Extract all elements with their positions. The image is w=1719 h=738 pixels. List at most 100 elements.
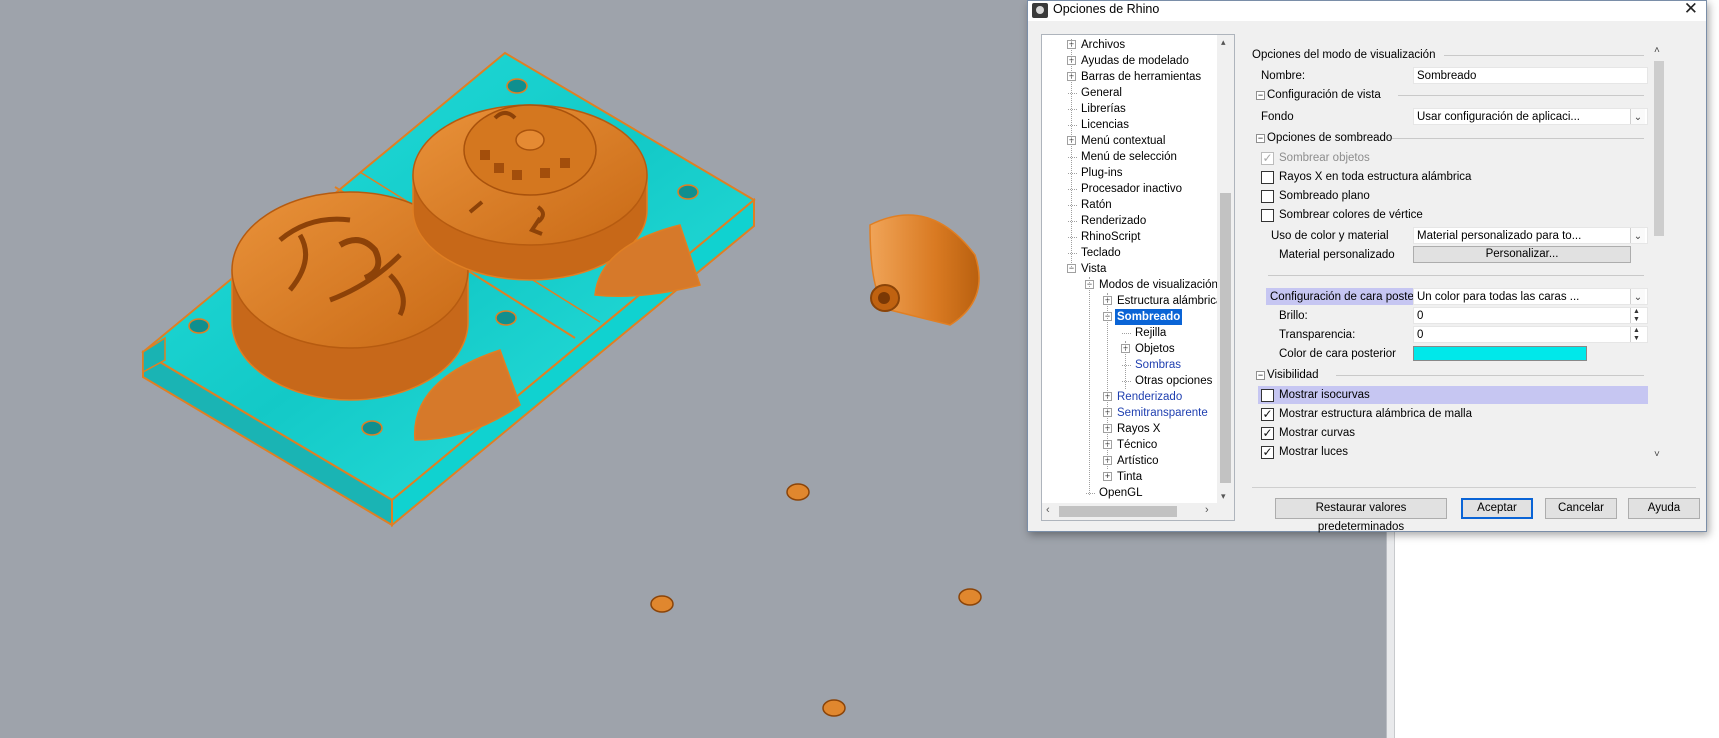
options-tree[interactable]: + Archivos + Ayudas de modelado + Barras de h… <box>1041 34 1235 521</box>
nombre-field[interactable]: Sombreado <box>1413 67 1648 84</box>
tree-item[interactable]: Ratón <box>1042 197 1217 213</box>
tree-item[interactable]: − Vista <box>1042 261 1217 277</box>
ayuda-button[interactable]: Ayuda <box>1628 498 1700 519</box>
fondo-combo[interactable]: Usar configuración de aplicaci... ⌄ <box>1413 108 1648 125</box>
tree-item-label: RhinoScript <box>1081 231 1141 243</box>
tree-item[interactable]: + Renderizado <box>1042 389 1217 405</box>
sombrear-objetos-checkbox[interactable]: ✓ <box>1261 152 1274 165</box>
tree-item[interactable]: OpenGL <box>1042 485 1217 501</box>
sombrear-objetos-label: Sombrear objetos <box>1279 152 1370 164</box>
mostrar-luces-label: Mostrar luces <box>1279 446 1349 458</box>
scroll-down-icon[interactable]: ▾ <box>1221 491 1226 502</box>
tree-item[interactable]: Procesador inactivo <box>1042 181 1217 197</box>
tree-item[interactable]: − Modos de visualización <box>1042 277 1218 293</box>
tree-item-label: Archivos <box>1081 39 1126 51</box>
tree-item[interactable]: + Estructura alámbrica <box>1042 293 1222 309</box>
colores-vertice-label: Sombrear colores de vértice <box>1279 209 1423 221</box>
mostrar-curvas-label: Mostrar curvas <box>1279 427 1356 439</box>
tree-item[interactable]: Librerías <box>1042 101 1217 117</box>
color-cara-posterior-swatch[interactable] <box>1413 346 1587 361</box>
tree-item-label: Ratón <box>1081 199 1112 211</box>
dialog-titlebar[interactable]: Opciones de Rhino ✕ <box>1028 0 1706 21</box>
tree-item[interactable]: + Semitransparente <box>1042 405 1217 421</box>
rayos-x-checkbox[interactable] <box>1261 171 1274 184</box>
restaurar-button[interactable]: Restaurar valores predeterminados <box>1275 498 1447 533</box>
scroll-left-icon[interactable]: ‹ <box>1046 504 1050 516</box>
tree-item-label: Objetos <box>1135 343 1175 355</box>
tree-item-label: Renderizado <box>1117 391 1183 403</box>
model-pins[interactable] <box>650 483 982 717</box>
tree-item[interactable]: + Artístico <box>1042 453 1217 469</box>
cara-posterior-label: Configuración de cara posterior <box>1270 291 1431 303</box>
personalizar-button[interactable]: Personalizar... <box>1413 246 1631 263</box>
tree-item-label: Teclado <box>1081 247 1121 259</box>
tree-item[interactable]: + Tinta <box>1042 469 1217 485</box>
options-scroll-thumb[interactable] <box>1654 61 1664 236</box>
tree-item[interactable]: + Ayudas de modelado <box>1042 53 1217 69</box>
expand-icon[interactable]: + <box>1103 472 1112 481</box>
close-icon[interactable]: ✕ <box>1684 0 1698 19</box>
brillo-spinner[interactable]: ▲ ▼ <box>1630 308 1645 323</box>
tree-item-label: OpenGL <box>1099 487 1143 499</box>
rhino-options-dialog: Opciones de Rhino ✕ + Archivos + Ayudas de … <box>1027 0 1707 533</box>
tree-item-label: Licencias <box>1081 119 1129 131</box>
tree-item[interactable]: + Menú contextual <box>1042 133 1217 149</box>
tree-item-label: Rayos X <box>1117 423 1161 435</box>
tree-item[interactable]: Plug-ins <box>1042 165 1217 181</box>
tree-item[interactable]: Menú de selección <box>1042 149 1217 165</box>
scroll-right-icon[interactable]: › <box>1205 504 1209 516</box>
tree-item[interactable]: − Sombreado <box>1042 309 1217 325</box>
tree-scroll-thumb[interactable] <box>1220 193 1231 483</box>
options-scrollbar[interactable]: ˄ ˅ <box>1650 45 1667 465</box>
mostrar-isocurvas-checkbox[interactable] <box>1261 389 1274 402</box>
fondo-value: Usar configuración de aplicaci... <box>1417 111 1580 123</box>
tree-item[interactable]: + Técnico <box>1042 437 1217 453</box>
colores-vertice-checkbox[interactable] <box>1261 209 1274 222</box>
tree-item-label: Procesador inactivo <box>1081 183 1182 195</box>
tree-item[interactable]: RhinoScript <box>1042 229 1217 245</box>
collapse-icon[interactable]: − <box>1256 91 1265 100</box>
tree-item[interactable]: + Objetos <box>1042 341 1217 357</box>
rhino-app-icon <box>1032 3 1048 18</box>
model-gear-assembly[interactable] <box>412 104 648 281</box>
tree-item[interactable]: Otras opciones <box>1042 373 1217 389</box>
scroll-down-icon[interactable]: ˅ <box>1654 449 1660 460</box>
tree-item[interactable]: + Barras de herramientas <box>1042 69 1217 85</box>
tree-item[interactable]: + Archivos <box>1042 37 1217 53</box>
scroll-up-icon[interactable]: ˄ <box>1654 45 1660 56</box>
color-cara-posterior-label: Color de cara posterior <box>1279 348 1396 360</box>
tree-item[interactable]: Rejilla <box>1042 325 1217 341</box>
model-cone[interactable] <box>869 214 980 326</box>
nombre-label: Nombre: <box>1261 70 1306 82</box>
tree-item-label: Rejilla <box>1135 327 1167 339</box>
transparencia-spinner[interactable]: ▲ ▼ <box>1630 327 1645 342</box>
collapse-icon[interactable]: − <box>1256 371 1265 380</box>
cara-posterior-combo[interactable]: Un color para todas las caras ... ⌄ <box>1413 288 1648 305</box>
mostrar-malla-checkbox[interactable]: ✓ <box>1261 408 1274 421</box>
tree-item[interactable]: Renderizado <box>1042 213 1217 229</box>
tree-item-label: Sombreado <box>1115 309 1183 325</box>
fondo-label: Fondo <box>1261 111 1294 123</box>
tree-item[interactable]: General <box>1042 85 1217 101</box>
tree-item[interactable]: Sombras <box>1042 357 1217 373</box>
tree-item[interactable]: + Rayos X <box>1042 421 1217 437</box>
tree-item-label: Plug-ins <box>1081 167 1123 179</box>
brillo-field[interactable]: 0 ▲ ▼ <box>1413 307 1648 324</box>
tree-item[interactable]: Licencias <box>1042 117 1217 133</box>
tree-vertical-scrollbar[interactable]: ▴ ▾ <box>1217 35 1234 505</box>
transparencia-field[interactable]: 0 ▲ ▼ <box>1413 326 1648 343</box>
collapse-icon[interactable]: − <box>1256 134 1265 143</box>
sombreado-plano-checkbox[interactable] <box>1261 190 1274 203</box>
tree-item-label: Semitransparente <box>1117 407 1208 419</box>
tree-item[interactable]: Teclado <box>1042 245 1217 261</box>
transparencia-value: 0 <box>1417 329 1424 341</box>
mostrar-curvas-checkbox[interactable]: ✓ <box>1261 427 1274 440</box>
tree-horizontal-scrollbar[interactable]: ‹ › <box>1042 503 1234 520</box>
cancelar-button[interactable]: Cancelar <box>1545 498 1617 519</box>
brillo-label: Brillo: <box>1279 310 1308 322</box>
tree-hscroll-thumb[interactable] <box>1059 506 1177 517</box>
aceptar-button[interactable]: Aceptar <box>1461 498 1533 519</box>
scroll-up-icon[interactable]: ▴ <box>1221 37 1226 48</box>
mostrar-luces-checkbox[interactable]: ✓ <box>1261 446 1274 459</box>
uso-color-combo[interactable]: Material personalizado para to... ⌄ <box>1413 227 1648 244</box>
